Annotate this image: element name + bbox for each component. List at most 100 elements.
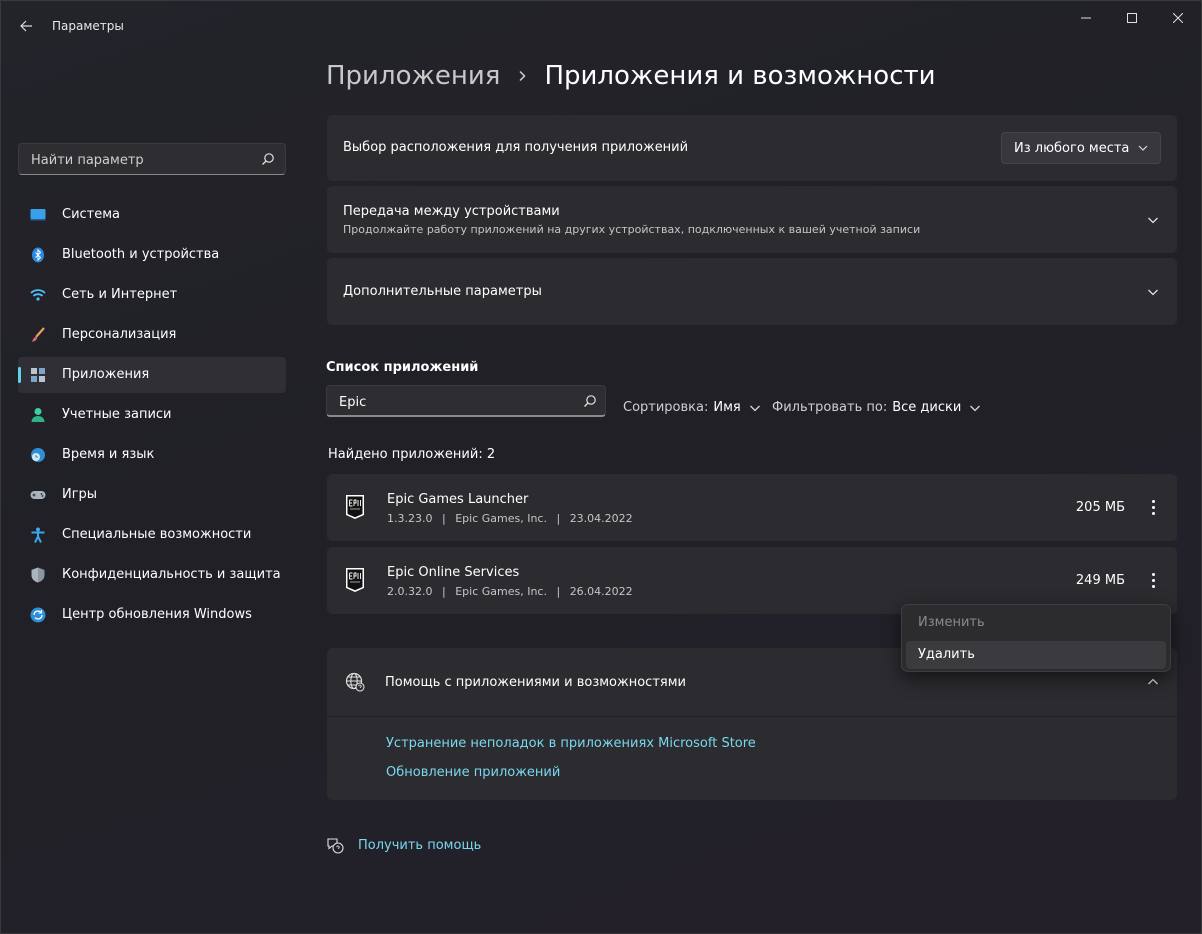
search-icon[interactable] xyxy=(583,394,597,408)
apps-icon xyxy=(31,368,45,382)
sidebar-item-accessibility[interactable]: Специальные возможности xyxy=(18,517,286,553)
sidebar-item-network[interactable]: Сеть и Интернет xyxy=(18,277,286,313)
breadcrumb: Приложения Приложения и возможности xyxy=(326,61,936,91)
app-publisher: Epic Games, Inc. xyxy=(455,585,547,598)
arrow-left-icon xyxy=(20,20,32,32)
search-icon[interactable] xyxy=(261,152,275,166)
sidebar-item-label: Специальные возможности xyxy=(62,527,252,542)
maximize-button[interactable] xyxy=(1109,1,1155,35)
sidebar-item-gaming[interactable]: Игры xyxy=(18,477,286,513)
sidebar-nav: Система Bluetooth и устройства Сеть и Ин… xyxy=(18,197,286,637)
app-size: 205 МБ xyxy=(1075,500,1125,515)
app-publisher: Epic Games, Inc. xyxy=(455,512,547,525)
close-icon xyxy=(1173,13,1183,23)
settings-search[interactable] xyxy=(18,143,286,176)
chevron-right-icon xyxy=(519,70,526,82)
chevron-down-icon[interactable] xyxy=(1147,214,1159,226)
install-location-card: Выбор расположения для получения приложе… xyxy=(327,115,1177,181)
more-options-button[interactable] xyxy=(1143,494,1163,520)
sidebar-item-system[interactable]: Система xyxy=(18,197,286,233)
sidebar-item-label: Сеть и Интернет xyxy=(62,287,178,302)
app-meta: 1.3.23.0 | Epic Games, Inc. | 23.04.2022 xyxy=(387,512,633,525)
sort-label: Сортировка: xyxy=(623,400,709,415)
back-button[interactable] xyxy=(11,11,41,41)
filter-label: Фильтровать по: xyxy=(772,400,888,415)
sidebar-item-time-language[interactable]: Время и язык xyxy=(18,437,286,473)
accessibility-icon xyxy=(31,527,45,543)
help-title: Помощь с приложениями и возможностями xyxy=(385,675,686,690)
sidebar-item-label: Приложения xyxy=(62,367,150,382)
help-link-update-apps[interactable]: Обновление приложений xyxy=(386,765,560,780)
chevron-up-icon[interactable] xyxy=(1147,676,1159,688)
app-meta: 2.0.32.0 | Epic Games, Inc. | 26.04.2022 xyxy=(387,585,633,598)
user-icon xyxy=(31,408,45,422)
title-bar: Параметры xyxy=(1,1,1201,49)
app-context-menu: Изменить Удалить xyxy=(901,604,1171,672)
more-icon xyxy=(1151,572,1155,576)
cross-device-description: Продолжайте работу приложений на других … xyxy=(343,223,921,236)
more-icon xyxy=(1151,499,1155,503)
settings-search-input[interactable] xyxy=(29,144,258,176)
bluetooth-icon xyxy=(32,247,44,263)
epic-games-logo-icon xyxy=(346,495,364,519)
sidebar-item-apps[interactable]: Приложения xyxy=(18,357,286,393)
menu-item-modify: Изменить xyxy=(906,609,1166,637)
gamepad-icon xyxy=(30,491,46,499)
sidebar-item-label: Конфиденциальность и защита xyxy=(62,567,281,582)
meta-separator: | xyxy=(441,512,446,525)
install-location-dropdown[interactable]: Из любого места xyxy=(1001,132,1161,164)
app-row-epic-games-launcher[interactable]: Epic Games Launcher 1.3.23.0 | Epic Game… xyxy=(327,474,1177,541)
sidebar-item-label: Система xyxy=(62,207,121,222)
app-name: Epic Games Launcher xyxy=(387,492,529,507)
minimize-button[interactable] xyxy=(1063,1,1109,35)
wifi-icon xyxy=(30,289,46,301)
update-icon xyxy=(30,607,46,623)
sidebar-item-accounts[interactable]: Учетные записи xyxy=(18,397,286,433)
more-icon-dot xyxy=(1151,511,1155,515)
more-icon-dot xyxy=(1151,584,1155,588)
meta-separator: | xyxy=(441,585,446,598)
sidebar-item-bluetooth[interactable]: Bluetooth и устройства xyxy=(18,237,286,273)
filter-dropdown[interactable]: Фильтровать по: Все диски xyxy=(772,400,981,415)
menu-item-uninstall[interactable]: Удалить xyxy=(906,641,1166,669)
advanced-options-card[interactable]: Дополнительные параметры xyxy=(327,258,1177,325)
maximize-icon xyxy=(1127,13,1137,23)
sidebar-item-label: Bluetooth и устройства xyxy=(62,247,220,262)
help-link-troubleshoot-store[interactable]: Устранение неполадок в приложениях Micro… xyxy=(386,736,756,751)
apps-found-count: Найдено приложений: 2 xyxy=(328,447,496,462)
app-name: Epic Online Services xyxy=(387,565,520,580)
breadcrumb-parent[interactable]: Приложения xyxy=(326,61,500,91)
install-location-label: Выбор расположения для получения приложе… xyxy=(343,140,689,155)
app-search-input[interactable] xyxy=(337,386,571,418)
sort-dropdown[interactable]: Сортировка: Имя xyxy=(623,400,761,415)
meta-separator: | xyxy=(556,585,561,598)
app-search-box[interactable] xyxy=(326,385,606,418)
page-title: Приложения и возможности xyxy=(544,61,936,91)
chevron-down-icon[interactable] xyxy=(1147,286,1159,298)
more-icon-dot xyxy=(1151,578,1155,582)
menu-item-label: Изменить xyxy=(918,615,985,630)
sidebar-item-windows-update[interactable]: Центр обновления Windows xyxy=(18,597,286,633)
chevron-down-icon xyxy=(1138,145,1148,151)
sidebar-item-personalization[interactable]: Персонализация xyxy=(18,317,286,353)
cross-device-card[interactable]: Передача между устройствами Продолжайте … xyxy=(327,186,1177,253)
globe-help-icon xyxy=(345,672,365,692)
close-button[interactable] xyxy=(1155,1,1201,35)
chevron-down-icon xyxy=(970,405,981,411)
more-icon-dot xyxy=(1151,505,1155,509)
sort-value: Имя xyxy=(713,400,741,415)
install-location-value: Из любого места xyxy=(1014,141,1130,156)
chevron-down-icon xyxy=(749,405,760,411)
more-options-button[interactable] xyxy=(1143,567,1163,593)
get-help-link[interactable]: Получить помощь xyxy=(326,836,481,854)
chat-help-icon xyxy=(327,838,344,854)
menu-item-label: Удалить xyxy=(918,647,975,662)
sidebar-item-privacy[interactable]: Конфиденциальность и защита xyxy=(18,557,286,593)
sidebar-item-label: Игры xyxy=(62,487,98,502)
get-help-label: Получить помощь xyxy=(358,837,482,853)
window-title: Параметры xyxy=(52,19,124,33)
shield-icon xyxy=(31,567,45,583)
sidebar-item-label: Персонализация xyxy=(62,327,177,342)
filter-value: Все диски xyxy=(892,400,962,415)
sidebar-item-label: Учетные записи xyxy=(62,407,172,422)
